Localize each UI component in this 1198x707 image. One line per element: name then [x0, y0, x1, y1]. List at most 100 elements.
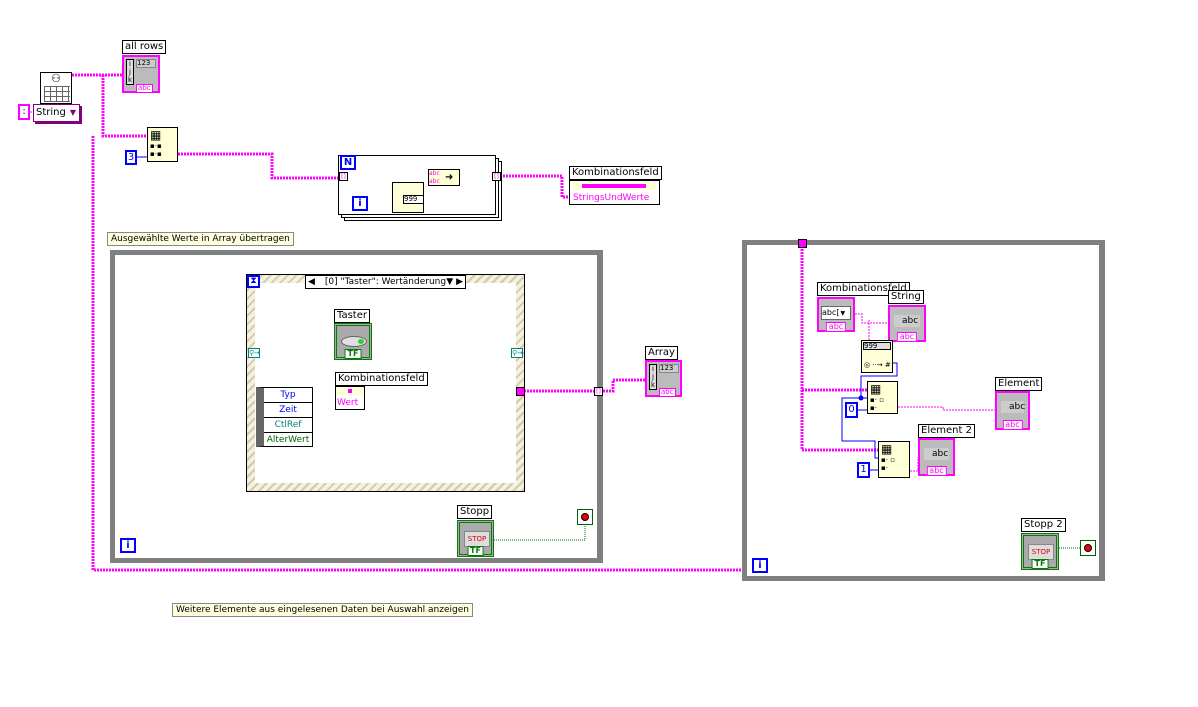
event-data-typ[interactable]: Typ: [264, 388, 312, 403]
stopp-label: Stopp: [457, 505, 493, 519]
stop-button-icon: STOP: [464, 531, 490, 547]
bool-type-tag: TF: [344, 349, 362, 359]
bool-type-tag: TF: [467, 546, 484, 556]
for-iteration-terminal: i: [352, 196, 368, 211]
block-diagram: all rows ijk 123 abc ⚇ : String ▼ ▦ ▪·▪ ▪·…: [0, 0, 1198, 707]
all-rows-indicator[interactable]: ijk 123 abc: [122, 55, 160, 93]
index-constant-0[interactable]: 0: [845, 402, 858, 418]
string-type-tag: abc: [136, 84, 153, 93]
dropdown-arrow-icon: ▼: [69, 108, 76, 117]
all-rows-label: all rows: [122, 40, 167, 54]
element-2-value: abc: [924, 448, 949, 460]
element-2-indicator[interactable]: abc abc: [918, 438, 955, 476]
string-type-tag: abc: [926, 466, 947, 476]
event-data-node[interactable]: Typ Zeit CtlRef AlterWert: [256, 387, 313, 447]
string-wire: [603, 378, 645, 393]
taster-label: Taster: [334, 309, 370, 323]
array-indicator[interactable]: ijk 123 abc: [645, 360, 682, 397]
count-terminal[interactable]: N: [340, 155, 356, 170]
event-data-alterwert[interactable]: AlterWert: [264, 433, 312, 447]
index-array-node[interactable]: ▦ ▪·▪ ▪·▪: [147, 127, 178, 162]
array-icon: ▦: [881, 442, 893, 456]
index-value: 123: [659, 364, 679, 373]
event-case-label: [0] "Taster": Wertänderung: [324, 277, 447, 287]
element-label: Element: [995, 377, 1043, 391]
array-label: Array: [645, 346, 678, 360]
string-wire: [500, 174, 569, 199]
decimal-string-to-number-node[interactable]: 999 ◎ ··→ #: [861, 340, 893, 373]
event-data-zeit[interactable]: Zeit: [264, 403, 312, 418]
string-type-tag: abc: [659, 388, 676, 397]
concatenate-strings-node[interactable]: abc abc ➜: [428, 169, 460, 186]
loop1-autoindex-tunnel[interactable]: []: [594, 387, 603, 396]
stopp-2-terminal[interactable]: STOP TF: [1021, 533, 1059, 570]
property-name: StringsUndWerte: [573, 193, 650, 203]
array-index-display: ijk: [649, 364, 657, 390]
property-node-header: [336, 387, 364, 395]
prev-case-icon[interactable]: ◀: [308, 276, 315, 288]
element-indicator[interactable]: abc abc: [995, 391, 1030, 430]
event-data-ctlref[interactable]: CtlRef: [264, 418, 312, 433]
index-terminals: ▪· ▫ ▪·: [870, 396, 884, 412]
conversion-arrow-icon: ◎ ··→ #: [864, 361, 891, 369]
index-terminals: ▪·▪ ▪·▪: [150, 142, 162, 158]
taster-terminal[interactable]: TF: [334, 323, 372, 360]
stopp-terminal[interactable]: STOP TF: [457, 520, 494, 557]
string-type-tag: abc: [896, 332, 918, 342]
combo-value: abc[▼: [821, 306, 851, 320]
autoindex-tunnel-in[interactable]: []: [339, 172, 348, 181]
dropdown-arrow-icon: ▼: [840, 310, 846, 317]
comment-elements: Weitere Elemente aus eingelesenen Daten …: [172, 603, 473, 617]
read-spreadsheet-file-icon[interactable]: ⚇: [40, 72, 72, 104]
element-2-label: Element 2: [918, 424, 975, 438]
string-indicator[interactable]: abc abc: [888, 305, 926, 342]
array-index-display: ijk: [126, 59, 134, 85]
kombinationsfeld-label-2: Kombinationsfeld: [335, 372, 428, 386]
event-case-selector[interactable]: ◀ [0] "Taster": Wertänderung ▼ ▶: [305, 275, 466, 289]
while-2-iteration-terminal: i: [752, 558, 768, 573]
comment-array: Ausgewählte Werte in Array übertragen: [107, 232, 294, 246]
timeout-hourglass-icon[interactable]: ⧗: [247, 275, 260, 288]
bool-type-tag: TF: [1031, 559, 1049, 569]
element-value: abc: [1001, 401, 1025, 413]
stop-condition-terminal-2[interactable]: [1080, 540, 1096, 556]
stop-button-icon: STOP: [1028, 544, 1054, 560]
index-constant-1[interactable]: 1: [857, 462, 870, 478]
format-type-ring[interactable]: String ▼: [33, 104, 80, 122]
string-type-tag: abc: [825, 322, 847, 332]
string-wire: [178, 152, 340, 180]
next-case-icon[interactable]: ▼ ▶: [446, 276, 463, 288]
kombinationsfeld-label: Kombinationsfeld: [569, 166, 662, 180]
format-value: 999: [863, 342, 891, 350]
autoindex-tunnel-out[interactable]: []: [492, 172, 501, 181]
property-name: Wert: [337, 398, 359, 408]
format-type-value: String: [36, 107, 66, 118]
delimiter-constant[interactable]: :: [18, 104, 30, 120]
array-icon: ▦: [150, 128, 162, 142]
index-value: 123: [136, 59, 156, 68]
kombinationsfeld-property-node[interactable]: StringsUndWerte: [569, 180, 660, 205]
event-register-terminal-left[interactable]: ⚲→: [248, 348, 260, 358]
arrow-icon: ➜: [445, 172, 454, 183]
index-constant-3[interactable]: 3: [125, 150, 137, 165]
index-array-node-0[interactable]: ▦ ▪· ▫ ▪·: [867, 381, 898, 414]
stop-condition-terminal[interactable]: [577, 509, 593, 525]
loop2-input-tunnel[interactable]: [798, 239, 807, 248]
stop-sign-icon: [1084, 544, 1092, 552]
kombinationsfeld-terminal[interactable]: abc[▼ abc: [817, 297, 855, 332]
while-1-iteration-terminal: i: [120, 538, 136, 553]
led-icon: [341, 336, 367, 347]
format-value: 999: [403, 195, 424, 204]
kombinationsfeld-wert-property[interactable]: Wert: [335, 386, 365, 410]
string-type-tag: abc: [1002, 420, 1023, 430]
string-label: String: [888, 290, 924, 304]
index-terminals: ▪· ▫ ▪·: [881, 456, 895, 472]
event-register-terminal-right[interactable]: ⚲→: [511, 348, 523, 358]
stopp-2-label: Stopp 2: [1021, 518, 1066, 532]
number-to-decimal-string-node[interactable]: 999: [392, 182, 424, 213]
abc-inputs: abc abc: [429, 170, 440, 185]
string-value: abc: [894, 315, 920, 327]
property-node-header: [572, 182, 657, 190]
index-array-node-1[interactable]: ▦ ▪· ▫ ▪·: [878, 441, 910, 478]
event-output-tunnel[interactable]: [516, 387, 525, 396]
